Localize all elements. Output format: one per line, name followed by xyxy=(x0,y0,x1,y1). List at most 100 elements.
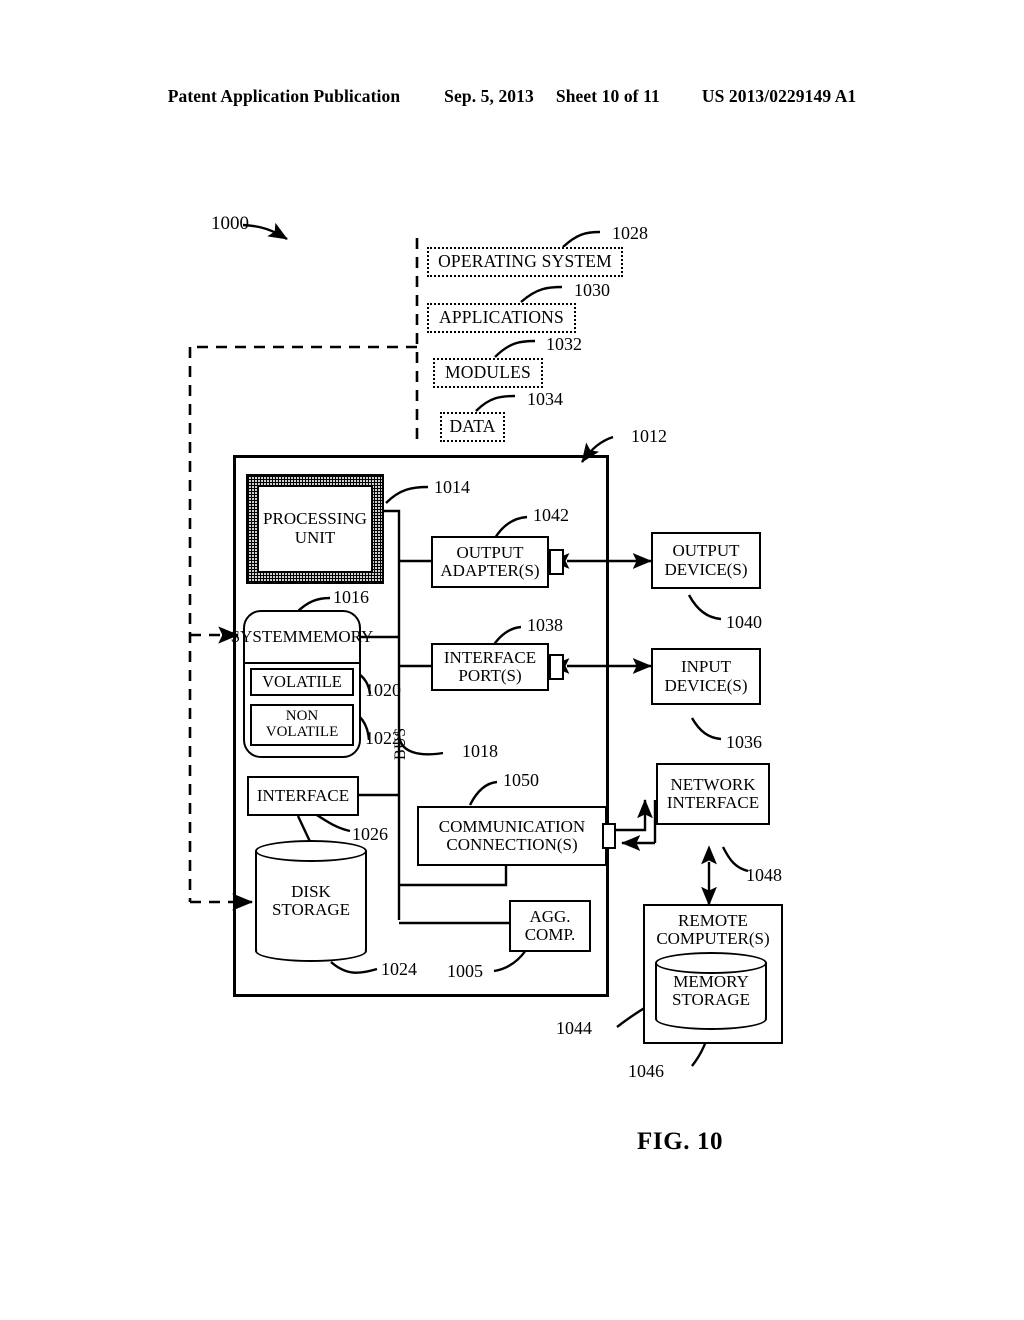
leader-1036 xyxy=(690,717,722,741)
interface-label: INTERFACE xyxy=(256,785,350,805)
processing-unit-label: PROCESSING UNIT xyxy=(263,509,367,547)
interface-ports-box: INTERFACE PORT(S) xyxy=(431,643,549,691)
non-volatile-box: NON VOLATILE xyxy=(250,704,354,746)
output-devices-line2: DEVICE(S) xyxy=(664,559,748,579)
ref-1044: 1044 xyxy=(556,1018,592,1038)
ref-1046: 1046 xyxy=(628,1061,664,1081)
ref-1024: 1024 xyxy=(381,959,417,979)
leader-1048 xyxy=(721,846,749,873)
output-adapters-label: OUTPUT ADAPTER(S) xyxy=(440,542,540,580)
remote-computers-line2: COMPUTER(S) xyxy=(656,929,770,949)
ref-1018: 1018 xyxy=(462,741,498,761)
interface-ports-line2: PORT(S) xyxy=(458,666,522,685)
input-devices-label: INPUT DEVICE(S) xyxy=(664,658,747,694)
output-devices-line1: OUTPUT xyxy=(672,541,740,561)
system-memory-divider xyxy=(245,662,359,665)
aggregation-component-box: AGG. COMP. xyxy=(509,900,591,952)
non-volatile-line1: NON xyxy=(285,708,319,725)
network-interface-line1: NETWORK xyxy=(670,774,756,794)
network-interface-box: NETWORK INTERFACE xyxy=(656,763,770,825)
figure-caption: FIG. 10 xyxy=(637,1128,724,1155)
ref-1036: 1036 xyxy=(726,732,762,752)
ref-1012: 1012 xyxy=(631,426,667,446)
memory-storage-line2: STORAGE xyxy=(671,990,751,1009)
leader-1034 xyxy=(475,394,516,412)
processing-unit-line2: UNIT xyxy=(294,528,336,547)
agg-comp-line1: AGG. xyxy=(529,906,571,926)
volatile-label: VOLATILE xyxy=(262,672,342,692)
interface-ports-line1: INTERFACE xyxy=(443,647,537,667)
output-adapters-line2: ADAPTER(S) xyxy=(440,561,540,580)
ref-1000: 1000 xyxy=(211,213,249,234)
ref-1040: 1040 xyxy=(726,612,762,632)
input-devices-line2: DEVICE(S) xyxy=(664,675,748,695)
memory-storage-text: MEMORY STORAGE xyxy=(671,971,751,1010)
disk-storage-line2: STORAGE xyxy=(271,900,351,919)
disk-storage-cylinder: DISK STORAGE xyxy=(255,840,367,962)
volatile-box: VOLATILE xyxy=(250,668,354,696)
processing-unit-line1: PROCESSING xyxy=(263,509,367,529)
output-adapters-line1: OUTPUT xyxy=(456,542,524,562)
ref-1014: 1014 xyxy=(434,477,470,497)
communication-connections-label: COMMUNICATION CONNECTION(S) xyxy=(438,816,586,854)
disk-storage-line1: DISK xyxy=(291,881,331,901)
interface-box: INTERFACE xyxy=(247,776,359,816)
system-memory-label: SYSTEM MEMORY xyxy=(231,614,374,660)
patent-figure-sheet: Patent Application Publication Sep. 5, 2… xyxy=(0,0,1024,1320)
system-memory-line1: SYSTEM xyxy=(230,627,298,647)
processing-unit-hatched-frame: PROCESSING UNIT xyxy=(246,474,384,584)
communication-connections-box: COMMUNICATION CONNECTION(S) xyxy=(417,806,607,866)
memory-storage-label: MEMORY STORAGE xyxy=(655,952,767,1030)
ref-1050: 1050 xyxy=(503,770,539,790)
memory-storage-cylinder: MEMORY STORAGE xyxy=(655,952,767,1030)
aggregation-component-label: AGG. COMP. xyxy=(524,906,576,944)
operating-system-box: OPERATING SYSTEM xyxy=(427,247,623,277)
ref-1016: 1016 xyxy=(333,587,369,607)
applications-label: APPLICATIONS xyxy=(439,307,564,328)
output-devices-label: OUTPUT DEVICE(S) xyxy=(664,542,747,578)
leader-1032 xyxy=(494,339,536,358)
processing-unit-box: PROCESSING UNIT xyxy=(257,485,373,573)
interface-ports-label: INTERFACE PORT(S) xyxy=(443,647,537,685)
comm-connections-line2: CONNECTION(S) xyxy=(446,835,578,854)
leader-1028 xyxy=(562,230,601,248)
agg-comp-line2: COMP. xyxy=(524,925,576,944)
network-interface-label: NETWORK INTERFACE xyxy=(666,774,760,812)
disk-storage-text: DISK STORAGE xyxy=(271,881,351,920)
input-devices-line1: INPUT xyxy=(680,657,732,677)
applications-box: APPLICATIONS xyxy=(427,303,576,333)
memory-storage-line1: MEMORY xyxy=(673,971,749,991)
comm-connections-line1: COMMUNICATION xyxy=(438,816,586,836)
ref-1032: 1032 xyxy=(546,334,582,354)
non-volatile-line2: VOLATILE xyxy=(265,724,339,740)
ref-1042: 1042 xyxy=(533,505,569,525)
output-adapters-port-tab xyxy=(549,549,564,575)
input-devices-box: INPUT DEVICE(S) xyxy=(651,648,761,705)
remote-computers-label: REMOTE COMPUTER(S) xyxy=(645,911,781,949)
data-box: DATA xyxy=(440,412,505,442)
non-volatile-label: NON VOLATILE xyxy=(265,708,339,741)
modules-label: MODULES xyxy=(445,362,531,383)
output-adapters-box: OUTPUT ADAPTER(S) xyxy=(431,536,549,588)
communication-connections-port-tab xyxy=(602,823,616,849)
network-interface-line2: INTERFACE xyxy=(666,793,760,812)
operating-system-label: OPERATING SYSTEM xyxy=(438,251,612,272)
ref-1034: 1034 xyxy=(527,389,563,409)
ref-1048: 1048 xyxy=(746,865,782,885)
output-devices-box: OUTPUT DEVICE(S) xyxy=(651,532,761,589)
system-memory-line2: MEMORY xyxy=(297,627,374,647)
bus-label: BUS xyxy=(392,727,409,760)
disk-storage-label: DISK STORAGE xyxy=(255,840,367,962)
leader-1000 xyxy=(242,222,288,241)
modules-box: MODULES xyxy=(433,358,543,388)
ref-1020: 1020 xyxy=(365,680,401,700)
remote-computers-line1: REMOTE xyxy=(678,911,748,930)
data-label: DATA xyxy=(449,416,496,437)
interface-ports-port-tab xyxy=(549,654,564,680)
leader-1030 xyxy=(520,285,563,303)
ref-1005: 1005 xyxy=(447,961,483,981)
ref-1028: 1028 xyxy=(612,223,648,243)
leader-1040 xyxy=(687,594,722,621)
ref-1030: 1030 xyxy=(574,280,610,300)
arrow-comm-to-network-interface xyxy=(614,799,653,832)
